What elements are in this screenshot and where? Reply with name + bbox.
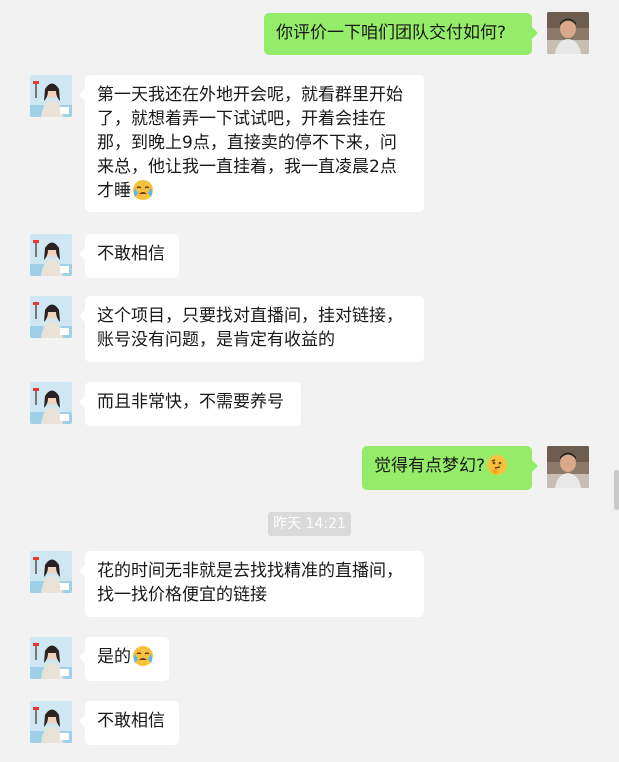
message-text: 花的时间无非就是去找找精准的直播间，找一找价格便宜的链接	[97, 561, 403, 605]
message-text: 这个项目，只要找对直播间，挂对链接，账号没有问题，是肯定有收益的	[97, 306, 403, 350]
message-bubble-other[interactable]: 第一天我还在外地开会呢，就看群里开始了，就想着弄一下试试吧，开着会挂在那，到晚上…	[79, 75, 424, 212]
contact-avatar-image	[30, 382, 72, 424]
contact-avatar-image	[30, 701, 72, 743]
contact-avatar[interactable]	[30, 296, 72, 338]
contact-avatar-image	[30, 75, 72, 117]
contact-avatar[interactable]	[30, 701, 72, 743]
scrollbar[interactable]	[614, 470, 619, 510]
message-bubble-other[interactable]: 花的时间无非就是去找找精准的直播间，找一找价格便宜的链接	[79, 551, 424, 617]
thinking-face-icon	[486, 454, 508, 476]
chat-window: 你评价一下咱们团队交付如何? 第一天我还在外地开会呢，就看群里开始了，就想着弄一…	[0, 0, 619, 762]
contact-avatar-image	[30, 637, 72, 679]
contact-avatar[interactable]	[30, 382, 72, 424]
message-bubble-other[interactable]: 是的	[79, 637, 169, 681]
message-bubble-other[interactable]: 这个项目，只要找对直播间，挂对链接，账号没有问题，是肯定有收益的	[79, 296, 424, 362]
message-text: 你评价一下咱们团队交付如何?	[276, 23, 507, 43]
contact-avatar[interactable]	[30, 234, 72, 276]
message-bubble-other[interactable]: 不敢相信	[79, 701, 179, 745]
message-text: 不敢相信	[97, 244, 165, 264]
contact-avatar-image	[30, 234, 72, 276]
message-bubble-self[interactable]: 你评价一下咱们团队交付如何?	[264, 13, 538, 55]
self-avatar-image	[547, 12, 589, 54]
contact-avatar-image	[30, 551, 72, 593]
crying-face-icon	[132, 179, 154, 201]
timestamp-divider: 昨天 14:21	[268, 512, 351, 536]
contact-avatar-image	[30, 296, 72, 338]
contact-avatar[interactable]	[30, 75, 72, 117]
message-bubble-other[interactable]: 而且非常快，不需要养号	[79, 382, 301, 426]
message-text: 觉得有点梦幻?	[374, 456, 486, 476]
contact-avatar[interactable]	[30, 637, 72, 679]
self-avatar[interactable]	[547, 12, 589, 54]
message-bubble-self[interactable]: 觉得有点梦幻?	[362, 446, 538, 490]
contact-avatar[interactable]	[30, 551, 72, 593]
message-text: 不敢相信	[97, 711, 165, 731]
message-text: 是的	[97, 647, 131, 667]
message-bubble-other[interactable]: 不敢相信	[79, 234, 179, 278]
crying-face-icon	[132, 645, 154, 667]
message-text: 而且非常快，不需要养号	[97, 392, 284, 412]
self-avatar-image	[547, 446, 589, 488]
self-avatar[interactable]	[547, 446, 589, 488]
